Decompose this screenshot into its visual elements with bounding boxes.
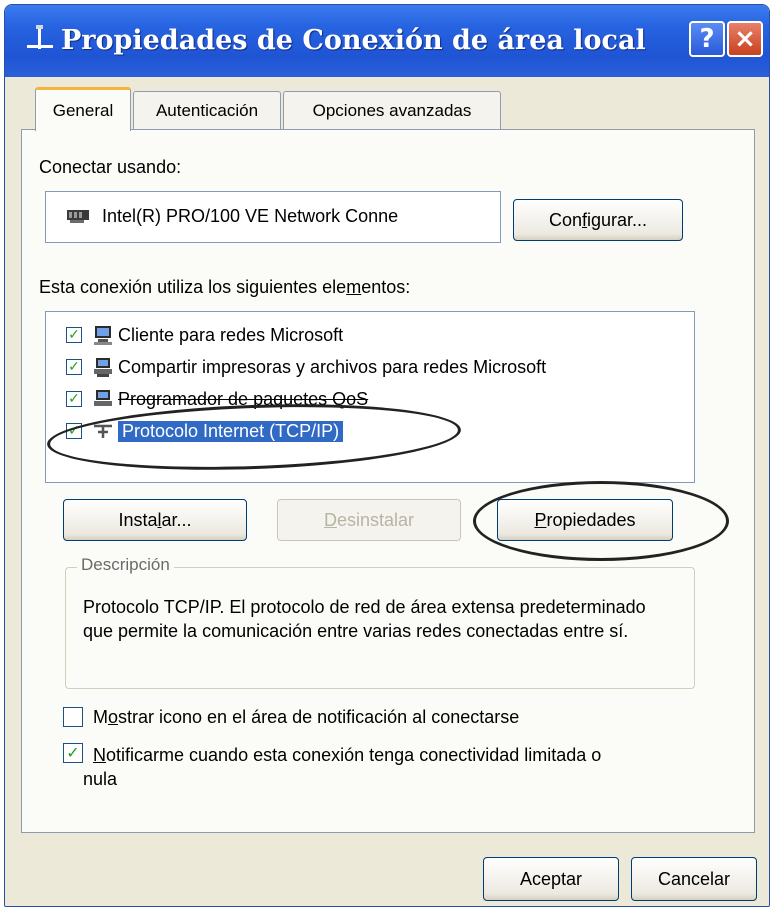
checkbox-tcpip[interactable]: ✓ [66,423,82,439]
description-legend: Descripción [77,555,174,575]
components-list[interactable]: ✓ Cliente para redes Microsoft ✓ Compart… [45,311,695,483]
list-item[interactable]: ✓ Protocolo Internet (TCP/IP) [66,416,344,446]
network-client-icon [94,326,112,345]
list-item[interactable]: ✓ Programador de paquetes QoS [66,384,368,414]
notify-checkbox[interactable]: ✓ [63,743,83,763]
adapter-name: Intel(R) PRO/100 VE Network Conne [102,206,399,226]
show-icon-checkbox[interactable] [63,707,83,727]
item-label-compartir: Compartir impresoras y archivos para red… [118,356,547,377]
configure-label-post: igurar... [587,209,648,230]
notify-label-line1: otificarme cuando esta conexión tenga co… [106,745,602,765]
item-label-tcpip: Protocolo Internet (TCP/IP) [118,420,344,442]
cancel-button[interactable]: Cancelar [631,857,757,901]
install-label-pre: Insta [118,509,158,530]
item-label-cliente: Cliente para redes Microsoft [118,324,344,345]
tab-general[interactable]: General [35,87,131,131]
show-icon-label[interactable]: Mostrar icono en el área de notificación… [93,707,519,728]
components-label-key: m [346,277,362,297]
help-button[interactable]: ? [689,21,725,57]
properties-button[interactable]: Propiedades [497,499,673,541]
title-bar[interactable]: Propiedades de Conexión de área local ? … [5,5,769,77]
uninstall-button: Desinstalar [277,499,461,541]
checkbox-qos[interactable]: ✓ [66,391,82,407]
checkbox-compartir[interactable]: ✓ [66,359,82,375]
tab-opciones-avanzadas[interactable]: Opciones avanzadas [283,91,501,129]
install-button[interactable]: Insta l ar... [63,499,247,541]
window-title: Propiedades de Conexión de área local [61,25,646,56]
notify-label-key: N [93,745,106,765]
install-label-post: ar... [161,509,192,530]
adapter-field: Intel(R) PRO/100 VE Network Conne [45,191,501,243]
checkbox-cliente[interactable]: ✓ [66,327,82,343]
configure-label-pre: Con [548,209,582,230]
show-icon-label-post: strar icono en el área de notificación a… [118,707,520,727]
accept-button[interactable]: Aceptar [483,857,619,901]
notify-label[interactable]: Notificarme cuando esta conexión tenga c… [93,743,601,767]
protocol-icon [94,424,112,438]
network-connection-icon [27,25,53,49]
list-item[interactable]: ✓ Cliente para redes Microsoft [66,320,343,350]
list-item[interactable]: ✓ Compartir impresoras y archivos para r… [66,352,546,382]
uninstall-label-post: esinstalar [336,509,415,530]
network-adapter-icon [67,210,89,223]
show-icon-label-pre: M [93,707,108,727]
close-button[interactable]: × [727,21,763,57]
file-printer-sharing-icon [94,358,112,377]
components-label-post: entos: [361,277,411,297]
components-label: Esta conexión utiliza los siguientes ele… [39,277,410,298]
uninstall-label-key: D [323,509,337,530]
configure-button[interactable]: Con f igurar... [513,199,683,241]
properties-label-post: ropiedades [546,509,636,530]
qos-scheduler-icon [94,390,112,406]
item-label-qos: Programador de paquetes QoS [118,388,369,409]
tab-autenticacion[interactable]: Autenticación [133,91,281,129]
description-text: Protocolo TCP/IP. El protocolo de red de… [83,597,646,641]
properties-label-key: P [534,509,547,530]
notify-label-cont: nula [83,769,118,789]
show-icon-label-key: o [108,707,119,727]
connect-using-label: Conectar usando: [39,157,182,177]
properties-dialog: Propiedades de Conexión de área local ? … [4,4,770,907]
components-label-pre: Esta conexión utiliza los siguientes ele [39,277,347,297]
